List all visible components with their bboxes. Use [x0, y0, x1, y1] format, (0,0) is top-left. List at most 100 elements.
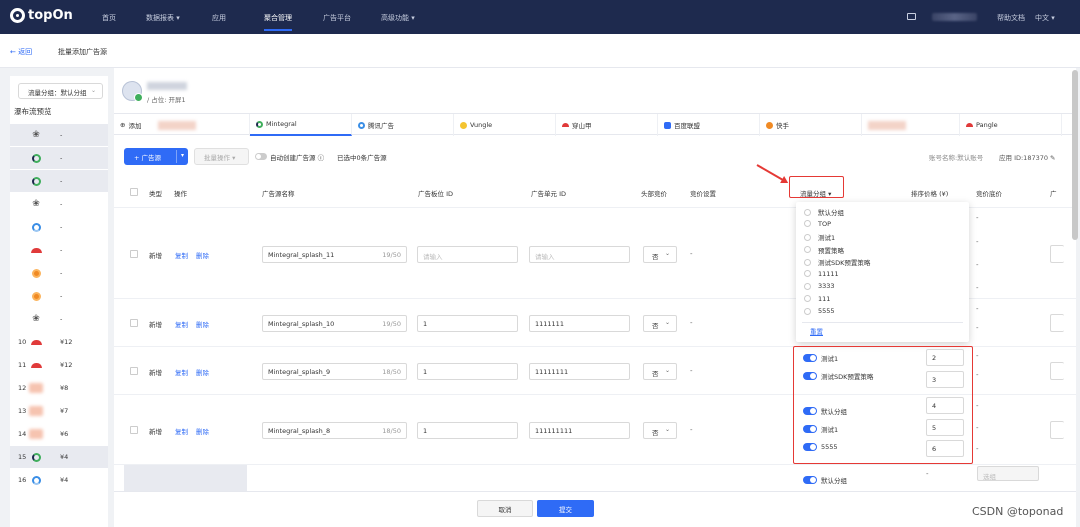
slot-id-input[interactable]: 1 — [417, 363, 518, 380]
row-checkbox[interactable] — [130, 367, 138, 375]
batch-ops-button[interactable]: 批量操作 ▾ — [194, 148, 249, 165]
delete-link[interactable]: 删除 — [196, 250, 209, 260]
caret-down-icon[interactable]: ▾ — [181, 152, 184, 159]
unit-id-input[interactable]: 请输入 — [529, 246, 630, 263]
header-bid-select[interactable]: 否 ⌄ — [643, 363, 677, 380]
copy-link[interactable]: 复制 — [175, 319, 188, 329]
tab-blurred-2[interactable] — [862, 114, 960, 136]
nav-reports[interactable]: 数据报表 ▾ — [146, 13, 180, 23]
tab-mintegral[interactable]: Mintegral — [250, 114, 352, 136]
nav-ad-platforms[interactable]: 广告平台 — [323, 13, 351, 23]
unit-id-input[interactable]: 1111111 — [529, 315, 630, 332]
help-docs-link[interactable]: 帮助文档 — [997, 13, 1025, 23]
row-type: 新增 — [149, 428, 162, 436]
group-toggle-row[interactable]: 测试1 — [803, 424, 838, 434]
delete-link[interactable]: 删除 — [196, 319, 209, 329]
tab-pangle-cn[interactable]: 穿山甲 — [556, 114, 658, 136]
tab-baidu[interactable]: 百度联盟 — [658, 114, 760, 136]
select-all-checkbox[interactable] — [130, 188, 138, 196]
sort-price-input[interactable]: 3 — [926, 371, 964, 388]
delete-link[interactable]: 删除 — [196, 367, 209, 377]
toggle-switch[interactable] — [803, 354, 817, 362]
tab-vungle[interactable]: Vungle — [454, 114, 556, 136]
bid-price-value: - — [976, 284, 979, 292]
tab-tencent[interactable]: 腾讯广告 — [352, 114, 454, 136]
unit-id-input[interactable]: 11111111 — [529, 363, 630, 380]
truncated-input[interactable] — [1050, 314, 1064, 332]
group-toggle-row[interactable]: 5555 — [803, 443, 838, 451]
dropdown-option[interactable]: TOP — [804, 220, 831, 228]
dropdown-option[interactable]: 11111 — [804, 270, 839, 278]
dropdown-option[interactable]: 3333 — [804, 282, 835, 290]
sort-price-input[interactable]: 5 — [926, 419, 964, 436]
app-id[interactable]: 应用 ID:187370 ✎ — [999, 152, 1056, 162]
tab-kuaishou[interactable]: 快手 — [760, 114, 862, 136]
cancel-button[interactable]: 取消 — [477, 500, 533, 517]
waterfall-price: - — [60, 200, 63, 208]
dropdown-option[interactable]: 测试1 — [804, 232, 835, 242]
source-name-input[interactable]: Mintegral_splash_8 18/50 — [262, 422, 407, 439]
sub-header: ← 返回 批量添加广告源 — [0, 34, 1080, 68]
row-checkbox[interactable] — [130, 250, 138, 258]
copy-link[interactable]: 复制 — [175, 250, 188, 260]
last-row-group-toggle[interactable]: 默认分组 — [803, 475, 847, 485]
slot-id-input[interactable]: 请输入 — [417, 246, 518, 263]
sort-price-input[interactable]: 2 — [926, 349, 964, 366]
submit-button[interactable]: 提交 — [537, 500, 594, 517]
vungle-icon — [460, 121, 467, 129]
reset-button[interactable]: 重置 — [810, 326, 823, 336]
auto-create-toggle[interactable] — [255, 153, 267, 160]
sort-price-input[interactable]: 6 — [926, 440, 964, 457]
toggle-switch[interactable] — [803, 476, 817, 484]
truncated-input[interactable] — [1050, 421, 1064, 439]
col-bid-price: 竞价底价 — [976, 190, 1002, 198]
tab-pangle[interactable]: Pangle — [960, 114, 1062, 136]
header-bid-select[interactable]: 否 ⌄ — [643, 246, 677, 263]
tab-blurred-1[interactable] — [152, 114, 250, 136]
topon-logo[interactable]: topOn — [10, 8, 73, 23]
traffic-group-select[interactable]: 流量分组：默认分组 ⌄ — [18, 83, 103, 99]
truncated-input[interactable] — [1050, 245, 1064, 263]
copy-link[interactable]: 复制 — [175, 367, 188, 377]
dropdown-option[interactable]: 111 — [804, 295, 830, 303]
group-name: 测试SDK预置策略 — [821, 373, 874, 381]
truncated-input[interactable] — [1050, 362, 1064, 380]
slot-id-input[interactable]: 1 — [417, 315, 518, 332]
toggle-switch[interactable] — [803, 407, 817, 415]
user-account[interactable] — [932, 13, 977, 21]
dropdown-option[interactable]: 5555 — [804, 307, 835, 315]
language-select[interactable]: 中文 ▾ — [1035, 13, 1055, 23]
kuaishou-icon: ❀ — [32, 314, 40, 324]
group-toggle-row[interactable]: 默认分组 — [803, 406, 847, 416]
toggle-switch[interactable] — [803, 372, 817, 380]
unit-id-input[interactable]: 111111111 — [529, 422, 630, 439]
source-name-input[interactable]: Mintegral_splash_11 19/50 — [262, 246, 407, 263]
source-name-input[interactable]: Mintegral_splash_9 18/50 — [262, 363, 407, 380]
group-toggle-row[interactable]: 测试1 — [803, 353, 838, 363]
vertical-scrollbar[interactable] — [1072, 70, 1078, 240]
toggle-switch[interactable] — [803, 443, 817, 451]
source-name-input[interactable]: Mintegral_splash_10 19/50 — [262, 315, 407, 332]
copy-link[interactable]: 复制 — [175, 426, 188, 436]
row-checkbox[interactable] — [130, 319, 138, 327]
mail-icon[interactable] — [907, 13, 916, 20]
back-link[interactable]: ← 返回 — [10, 47, 32, 57]
pangle-icon — [30, 339, 42, 345]
slot-id-input[interactable]: 1 — [417, 422, 518, 439]
header-bid-select[interactable]: 否 ⌄ — [643, 422, 677, 439]
group-toggle-row[interactable]: 测试SDK预置策略 — [803, 371, 873, 381]
nav-home[interactable]: 首页 — [102, 13, 116, 23]
nav-mediation[interactable]: 聚合管理 — [264, 13, 292, 31]
toggle-switch[interactable] — [803, 425, 817, 433]
row-checkbox[interactable] — [130, 426, 138, 434]
sort-price-input[interactable]: 4 — [926, 397, 964, 414]
group-select-input[interactable]: 选组 — [977, 466, 1039, 481]
dropdown-option[interactable]: 默认分组 — [804, 207, 844, 217]
nav-advanced[interactable]: 高级功能 ▾ — [381, 13, 415, 23]
header-bid-select[interactable]: 否 ⌄ — [643, 315, 677, 332]
delete-link[interactable]: 删除 — [196, 426, 209, 436]
dropdown-option[interactable]: 预置策略 — [804, 245, 844, 255]
add-source-button[interactable]: + 广告源 ▾ — [124, 148, 188, 165]
nav-apps[interactable]: 应用 — [212, 13, 226, 23]
dropdown-option[interactable]: 测试SDK预置策略 — [804, 257, 870, 267]
